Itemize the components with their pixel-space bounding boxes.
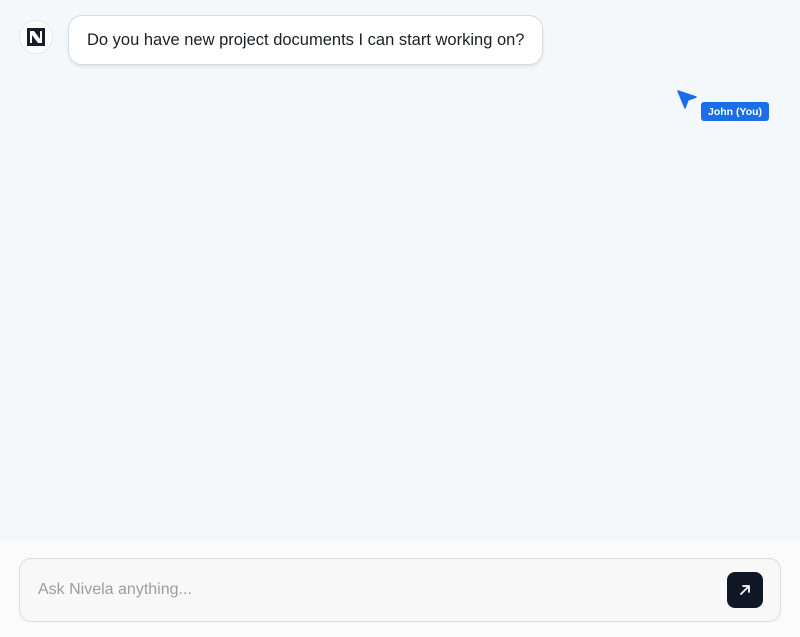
arrow-up-right-icon [740,585,750,595]
send-button[interactable] [727,572,763,608]
cursor-user-label: John (You) [701,102,770,121]
composer [19,558,781,622]
assistant-message-text: Do you have new project documents I can … [87,30,525,49]
assistant-logo-icon [27,28,45,46]
composer-bar [0,540,800,637]
chat-input[interactable] [38,559,718,621]
chat-area: Do you have new project documents I can … [0,0,800,540]
assistant-avatar [19,20,53,54]
pointer-cursor-icon [677,90,697,109]
assistant-message: Do you have new project documents I can … [68,15,544,65]
